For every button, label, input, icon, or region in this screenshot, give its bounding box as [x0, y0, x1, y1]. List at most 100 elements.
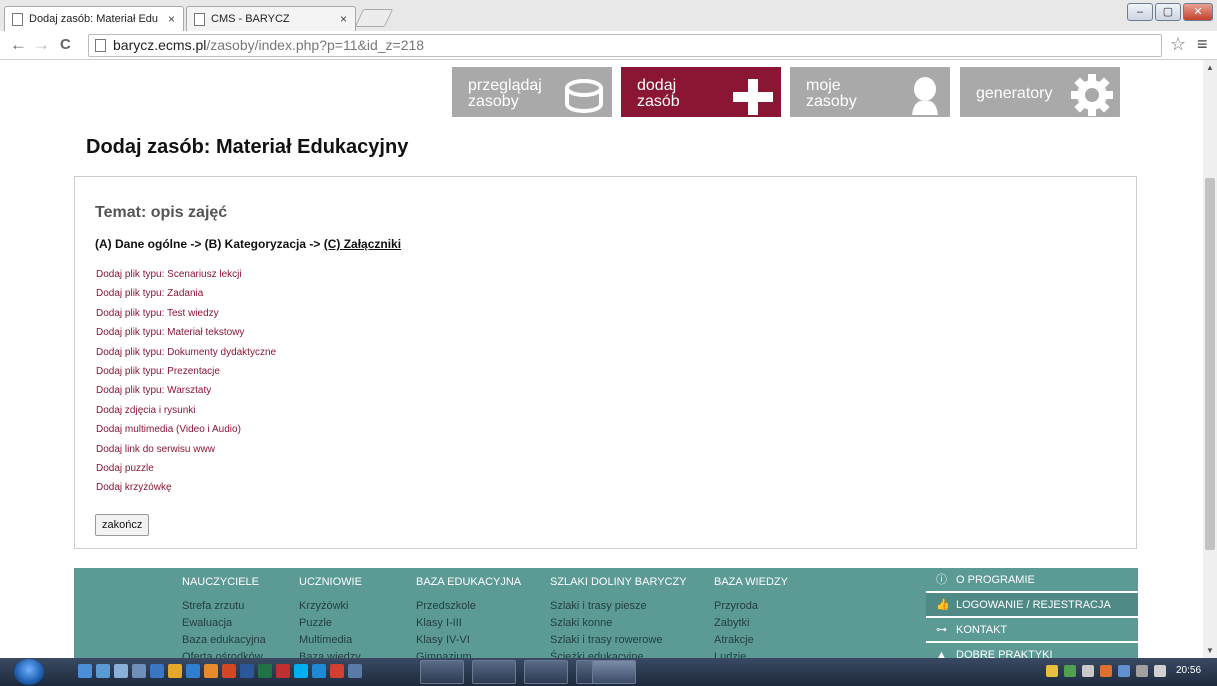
quicklaunch-icon[interactable] — [204, 664, 218, 678]
tab-cms-barycz[interactable]: CMS - BARYCZ × — [186, 6, 356, 31]
taskbar-chrome[interactable] — [592, 660, 636, 684]
footer-link[interactable]: Ewaluacja — [182, 615, 266, 632]
taskbar-skype[interactable] — [472, 660, 516, 684]
footer-link[interactable]: Zabytki — [714, 615, 788, 632]
start-button[interactable] — [14, 659, 44, 685]
new-tab-button[interactable] — [354, 9, 394, 27]
link-add-presentations[interactable]: Dodaj plik typu: Prezentacje — [96, 362, 276, 381]
menu-icon[interactable]: ≡ — [1197, 34, 1208, 55]
nav-browse-resources[interactable]: przeglądaj zasoby — [452, 67, 612, 117]
minimize-button[interactable]: – — [1127, 3, 1153, 21]
ie-icon[interactable] — [150, 664, 164, 678]
quicklaunch-icon[interactable] — [186, 664, 200, 678]
footer-heading[interactable]: UCZNIOWIE — [299, 576, 362, 588]
footer-heading[interactable]: BAZA EDUKACYJNA — [416, 576, 521, 588]
page-scrollbar[interactable]: ▲ ▼ — [1203, 60, 1217, 658]
quicklaunch-icon[interactable] — [132, 664, 146, 678]
reload-icon[interactable]: C — [60, 34, 71, 56]
footer-link[interactable]: Ścieżki edukacyjne — [550, 649, 687, 658]
nav-label: zasoby — [806, 93, 857, 110]
link-add-text-material[interactable]: Dodaj plik typu: Materiał tekstowy — [96, 323, 276, 342]
close-window-button[interactable]: ✕ — [1183, 3, 1213, 21]
quicklaunch-icon[interactable] — [96, 664, 110, 678]
contact-button[interactable]: ⊶ KONTAKT — [926, 618, 1138, 643]
topic-heading: Temat: opis zajęć — [95, 204, 228, 221]
excel-icon[interactable] — [258, 664, 272, 678]
quicklaunch-icon[interactable] — [78, 664, 92, 678]
footer-link[interactable]: Baza wiedzy — [299, 649, 362, 658]
url-field[interactable]: barycz.ecms.pl/zasoby/index.php?p=11&id_… — [88, 34, 1162, 57]
link-add-tasks[interactable]: Dodaj plik typu: Zadania — [96, 284, 276, 303]
close-icon[interactable]: × — [168, 7, 175, 31]
tray-icon[interactable] — [1064, 665, 1076, 677]
side-button-label: LOGOWANIE / REJESTRACJA — [956, 599, 1111, 611]
nav-label: zasób — [637, 93, 680, 110]
footer-link[interactable]: Oferta ośrodków — [182, 649, 266, 658]
link-add-knowledge-test[interactable]: Dodaj plik typu: Test wiedzy — [96, 304, 276, 323]
about-program-button[interactable]: ⓘ O PROGRAMIE — [926, 568, 1138, 593]
footer-link[interactable]: Szlaki konne — [550, 615, 687, 632]
nav-my-resources[interactable]: moje zasoby — [790, 67, 950, 117]
scroll-thumb[interactable] — [1205, 178, 1215, 550]
scroll-down-icon[interactable]: ▼ — [1206, 646, 1214, 655]
quicklaunch-icon[interactable] — [348, 664, 362, 678]
forward-icon[interactable]: → — [33, 34, 50, 56]
link-add-multimedia[interactable]: Dodaj multimedia (Video i Audio) — [96, 420, 276, 439]
link-add-didactic-documents[interactable]: Dodaj plik typu: Dokumenty dydaktyczne — [96, 343, 276, 362]
word-icon[interactable] — [240, 664, 254, 678]
taskbar-clock[interactable]: 20:56 — [1176, 665, 1201, 676]
tray-icon[interactable] — [1100, 665, 1112, 677]
maximize-button[interactable]: ▢ — [1155, 3, 1181, 21]
footer-link[interactable]: Puzzle — [299, 615, 362, 632]
footer-link[interactable]: Krzyżówki — [299, 598, 362, 615]
volume-icon[interactable] — [1154, 665, 1166, 677]
skype-icon[interactable] — [294, 664, 308, 678]
finish-button[interactable]: zakończ — [95, 514, 150, 536]
battery-icon[interactable] — [1136, 665, 1148, 677]
scroll-up-icon[interactable]: ▲ — [1206, 63, 1214, 72]
footer-link[interactable]: Szlaki i trasy piesze — [550, 598, 687, 615]
footer-link[interactable]: Ludzie — [714, 649, 788, 658]
footer-heading[interactable]: NAUCZYCIELE — [182, 576, 266, 588]
quicklaunch-icon[interactable] — [312, 664, 326, 678]
footer-heading[interactable]: BAZA WIEDZY — [714, 576, 788, 588]
link-add-photos[interactable]: Dodaj zdjęcia i rysunki — [96, 401, 276, 420]
quicklaunch-icon[interactable] — [168, 664, 182, 678]
link-add-puzzle[interactable]: Dodaj puzzle — [96, 459, 276, 478]
footer-link[interactable]: Multimedia — [299, 632, 362, 649]
footer-link[interactable]: Klasy I-III — [416, 615, 521, 632]
footer-link[interactable]: Klasy IV-VI — [416, 632, 521, 649]
link-add-workshops[interactable]: Dodaj plik typu: Warsztaty — [96, 381, 276, 400]
link-add-www-link[interactable]: Dodaj link do serwisu www — [96, 440, 276, 459]
footer-link[interactable]: Baza edukacyjna — [182, 632, 266, 649]
pdf-icon[interactable] — [330, 664, 344, 678]
footer-link[interactable]: Strefa zrzutu — [182, 598, 266, 615]
tab-dodaj-zasob[interactable]: Dodaj zasób: Materiał Edu × — [4, 6, 184, 31]
link-add-crossword[interactable]: Dodaj krzyżówkę — [96, 478, 276, 497]
database-icon — [565, 79, 603, 113]
link-add-lesson-scenario[interactable]: Dodaj plik typu: Scenariusz lekcji — [96, 265, 276, 284]
tray-icon[interactable] — [1118, 665, 1130, 677]
step-attachments-link[interactable]: (C) Załączniki — [324, 237, 401, 251]
tray-icon[interactable] — [1046, 665, 1058, 677]
powerpoint-icon[interactable] — [222, 664, 236, 678]
tray-icon[interactable] — [1082, 665, 1094, 677]
quicklaunch-icon[interactable] — [114, 664, 128, 678]
taskbar-explorer[interactable] — [420, 660, 464, 684]
page-content: przeglądaj zasoby dodaj zasób moje zasob… — [0, 60, 1203, 658]
nav-generators[interactable]: generatory — [960, 67, 1120, 117]
footer-link[interactable]: Atrakcje — [714, 632, 788, 649]
footer-link[interactable]: Przyroda — [714, 598, 788, 615]
good-practices-button[interactable]: ▲ DOBRE PRAKTYKI — [926, 643, 1138, 658]
footer-link[interactable]: Przedszkole — [416, 598, 521, 615]
bookmark-star-icon[interactable]: ☆ — [1170, 34, 1186, 55]
taskbar-ie[interactable] — [524, 660, 568, 684]
footer-link[interactable]: Szlaki i trasy rowerowe — [550, 632, 687, 649]
quicklaunch-icon[interactable] — [276, 664, 290, 678]
login-register-button[interactable]: 👍 LOGOWANIE / REJESTRACJA — [926, 593, 1138, 618]
back-icon[interactable]: ← — [10, 34, 27, 56]
close-icon[interactable]: × — [340, 7, 347, 31]
footer-heading[interactable]: SZLAKI DOLINY BARYCZY — [550, 576, 687, 588]
footer-link[interactable]: Gimnazjum — [416, 649, 521, 658]
nav-add-resource[interactable]: dodaj zasób — [621, 67, 781, 117]
